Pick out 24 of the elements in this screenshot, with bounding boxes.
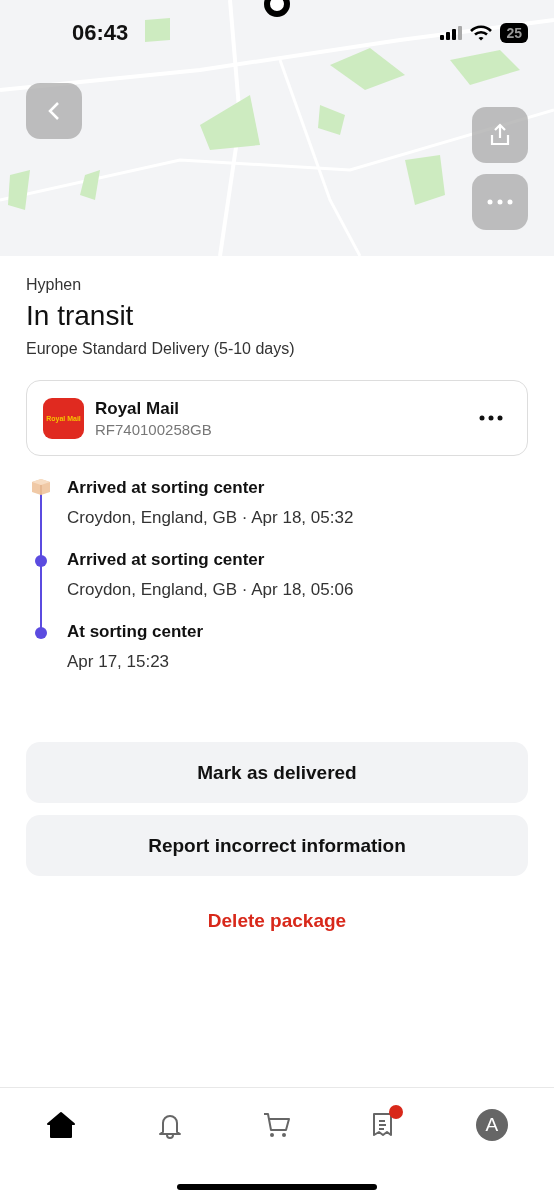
battery-indicator: 25 <box>500 23 528 43</box>
shipping-service: Europe Standard Delivery (5-10 days) <box>26 340 296 358</box>
more-icon[interactable] <box>479 415 503 421</box>
signal-icon <box>440 26 463 40</box>
action-button[interactable]: Mark as delivered <box>26 742 528 803</box>
more-icon <box>487 199 513 205</box>
tracking-number: RF740100258GB <box>95 420 213 438</box>
event-detail: Apr 17, 15:23 <box>67 652 171 672</box>
package-status: In transit <box>26 300 135 332</box>
delete-link[interactable]: Delete package <box>203 906 351 936</box>
event-title: Arrived at sorting center <box>67 550 266 570</box>
home-icon <box>46 1111 77 1139</box>
action-button[interactable]: Report incorrect information <box>26 815 528 876</box>
wifi-icon <box>470 25 493 41</box>
event-detail: Croydon, England, GB · Apr 18, 05:06 <box>67 580 354 600</box>
event-detail: Croydon, England, GB · Apr 18, 05:32 <box>67 508 354 528</box>
store-name: Hyphen <box>26 276 83 294</box>
package-icon <box>31 478 51 496</box>
chevron-left-icon <box>47 101 61 121</box>
event-title: Arrived at sorting center <box>67 478 266 498</box>
status-time: 06:43 <box>72 20 129 46</box>
carrier-name: Royal Mail <box>95 398 181 419</box>
cart-icon <box>262 1111 291 1139</box>
event-title: At sorting center <box>67 622 204 642</box>
